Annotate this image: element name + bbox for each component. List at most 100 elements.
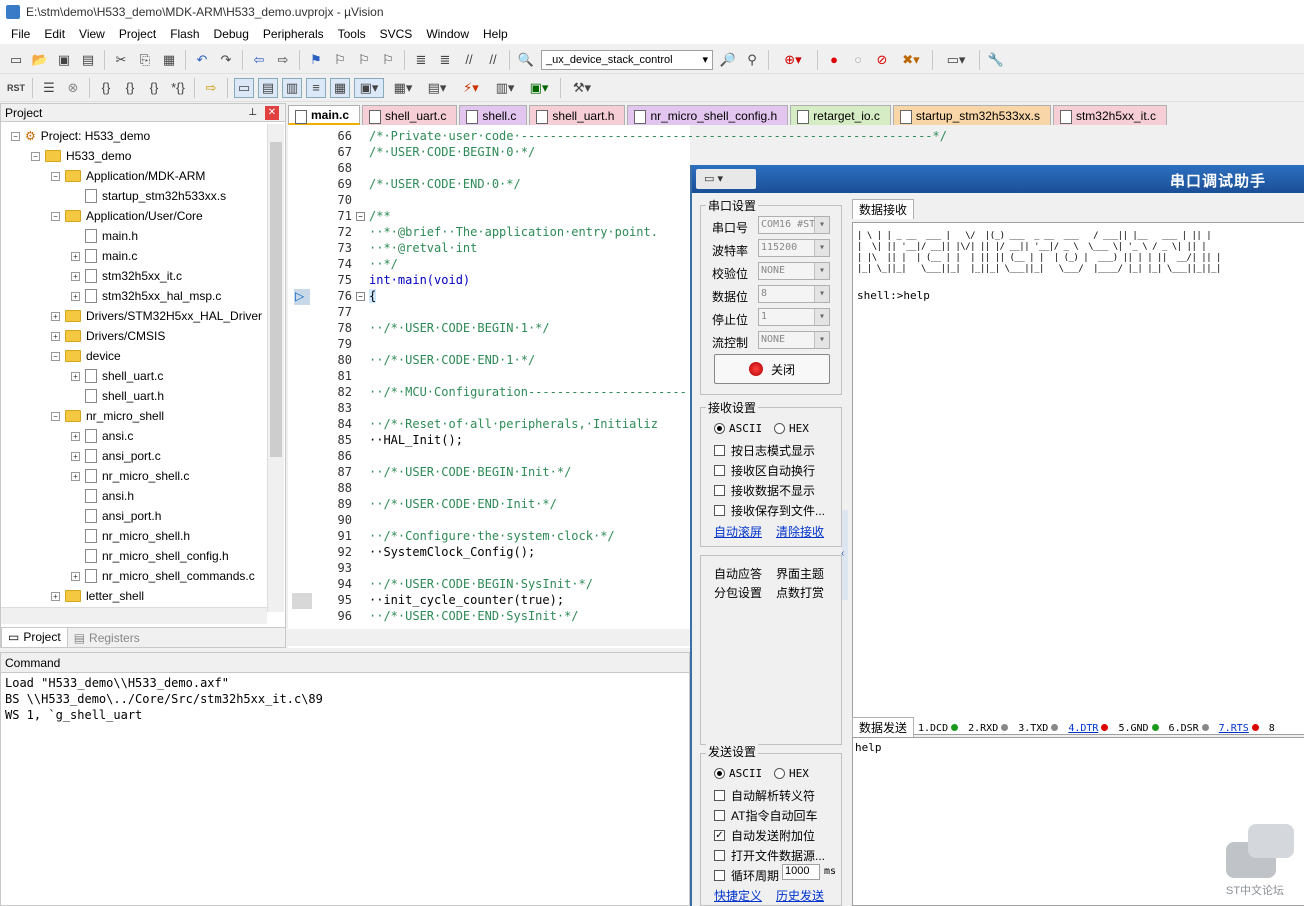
panel-splitter[interactable]: ‹: [841, 510, 848, 600]
tx-option-checkbox[interactable]: 打开文件数据源...: [714, 847, 825, 864]
code-line[interactable]: ··/*·USER·CODE·END·SysInit·*/: [369, 609, 579, 623]
find-icon[interactable]: 🔎: [718, 50, 738, 70]
copy-icon[interactable]: ⎘: [135, 50, 155, 70]
editor-hscroll[interactable]: [288, 629, 690, 646]
menu-item-help[interactable]: Help: [476, 27, 515, 41]
code-line[interactable]: /*·Private·user·code·-------------------…: [369, 129, 947, 143]
expand-toggle-icon[interactable]: +: [71, 571, 80, 581]
registers-window-icon[interactable]: ≡: [306, 77, 326, 98]
expand-toggle-icon[interactable]: +: [51, 311, 60, 321]
editor-tab[interactable]: stm32h5xx_it.c: [1052, 105, 1168, 125]
menu-item-svcs[interactable]: SVCS: [373, 27, 420, 41]
find-combo[interactable]: _ux_device_stack_control ▾: [541, 49, 713, 70]
fold-toggle-icon[interactable]: −: [356, 292, 365, 301]
menu-item-window[interactable]: Window: [419, 27, 476, 41]
tree-folder-item[interactable]: − nr_micro_shell: [51, 406, 164, 426]
toolbox-icon[interactable]: ⚒▾: [567, 78, 597, 98]
tx-option-checkbox[interactable]: ✓ 自动发送附加位: [714, 827, 815, 844]
editor-tab[interactable]: shell_uart.h: [529, 105, 626, 125]
tx-option-checkbox[interactable]: 循环周期: [714, 867, 779, 884]
rx-autowrap-checkbox[interactable]: 接收区自动换行: [714, 462, 815, 479]
step-out-icon[interactable]: {}: [144, 78, 164, 98]
reset-icon[interactable]: RST: [6, 78, 26, 98]
databits-select[interactable]: 8: [758, 285, 830, 303]
shortcut-link[interactable]: 快捷定义: [714, 887, 762, 904]
show-next-statement-icon[interactable]: ⇨: [201, 78, 221, 98]
menu-item-project[interactable]: Project: [112, 27, 163, 41]
expand-toggle-icon[interactable]: −: [31, 151, 40, 161]
tree-file-item[interactable]: nr_micro_shell_config.h: [71, 546, 229, 566]
code-line[interactable]: ··HAL_Init();: [369, 433, 463, 447]
flow-select[interactable]: NONE: [758, 331, 830, 349]
stop-icon[interactable]: ⊗: [63, 78, 83, 98]
editor-tab[interactable]: shell_uart.c: [362, 105, 458, 125]
find-in-files-icon[interactable]: 🔍: [516, 50, 536, 70]
tree-file-item[interactable]: + shell_uart.c: [71, 366, 163, 386]
expand-toggle-icon[interactable]: +: [71, 291, 80, 301]
breakpoint-insert-icon[interactable]: ●: [824, 50, 844, 70]
breakpoint-kill-all-icon[interactable]: ✖▾: [896, 50, 926, 70]
expand-toggle-icon[interactable]: +: [71, 431, 80, 441]
bookmark-prev-icon[interactable]: ⚐: [330, 50, 350, 70]
clear-rx-link[interactable]: 清除接收: [776, 523, 824, 540]
memory-window-icon[interactable]: ▦▾: [388, 78, 418, 98]
signal-indicator[interactable]: 4.DTR: [1068, 723, 1109, 734]
tree-file-item[interactable]: + stm32h5xx_hal_msp.c: [71, 286, 221, 306]
expand-toggle-icon[interactable]: +: [71, 271, 80, 281]
code-line[interactable]: ··/*·USER·CODE·BEGIN·SysInit·*/: [369, 577, 593, 591]
baud-select[interactable]: 115200: [758, 239, 830, 257]
history-link[interactable]: 历史发送: [776, 887, 824, 904]
tx-hex-radio[interactable]: HEX: [774, 767, 809, 780]
tree-folder-item[interactable]: + letter_shell: [51, 586, 144, 606]
dot-print-link[interactable]: 点数打赏: [776, 584, 824, 601]
rx-ascii-radio[interactable]: ASCII: [714, 422, 762, 435]
step-into-icon[interactable]: {}: [96, 78, 116, 98]
bookmark-next-icon[interactable]: ⚐: [354, 50, 374, 70]
comment-icon[interactable]: //: [459, 50, 479, 70]
tree-folder-item[interactable]: − Application/User/Core: [51, 206, 203, 226]
watch-window-icon[interactable]: ▣▾: [354, 77, 384, 98]
expand-toggle-icon[interactable]: +: [51, 331, 60, 341]
expand-toggle-icon[interactable]: −: [51, 411, 60, 421]
rx-log-mode-checkbox[interactable]: 按日志模式显示: [714, 442, 815, 459]
period-input[interactable]: 1000: [782, 864, 820, 880]
nav-forward-icon[interactable]: ⇨: [273, 50, 293, 70]
code-line[interactable]: /*·USER·CODE·BEGIN·0·*/: [369, 145, 535, 159]
editor-tab[interactable]: main.c: [288, 105, 361, 125]
parity-select[interactable]: NONE: [758, 262, 830, 280]
menu-item-edit[interactable]: Edit: [37, 27, 72, 41]
tree-folder-item[interactable]: + Drivers/STM32H5xx_HAL_Driver: [51, 306, 262, 326]
breakpoint-disable-icon[interactable]: ○: [848, 50, 868, 70]
code-line[interactable]: ··/*·MCU·Configuration------------------…: [369, 385, 687, 399]
tree-folder-item[interactable]: + Drivers/CMSIS: [51, 326, 165, 346]
trace-window-icon[interactable]: ▥▾: [490, 78, 520, 98]
code-line[interactable]: ··/*·Reset·of·all·peripherals,·Initializ: [369, 417, 658, 431]
code-line[interactable]: ··/*·USER·CODE·BEGIN·1·*/: [369, 321, 550, 335]
call-stack-window-icon[interactable]: ▦: [330, 77, 350, 98]
menu-item-file[interactable]: File: [4, 27, 37, 41]
pin-icon[interactable]: ⊥: [248, 107, 257, 118]
tree-file-item[interactable]: ansi_port.h: [71, 506, 161, 526]
editor-tab[interactable]: startup_stm32h533xx.s: [892, 105, 1051, 125]
cut-icon[interactable]: ✂: [111, 50, 131, 70]
tab-registers[interactable]: ▤ Registers: [68, 628, 146, 648]
expand-toggle-icon[interactable]: −: [51, 351, 60, 361]
expand-toggle-icon[interactable]: −: [11, 131, 20, 141]
tab-rx-data[interactable]: 数据接收: [852, 199, 914, 219]
editor-tab[interactable]: nr_micro_shell_config.h: [627, 105, 789, 125]
tree-file-item[interactable]: + nr_micro_shell.c: [71, 466, 189, 486]
code-line[interactable]: /*·USER·CODE·END·0·*/: [369, 177, 521, 191]
unindent-icon[interactable]: ≣: [435, 50, 455, 70]
port-select[interactable]: COM16 #ST: [758, 216, 830, 234]
window-layout-icon[interactable]: ▭▾: [939, 50, 973, 70]
tx-option-checkbox[interactable]: AT指令自动回车: [714, 807, 817, 824]
tree-file-item[interactable]: + nr_micro_shell_commands.c: [71, 566, 255, 586]
tab-tx-data[interactable]: 数据发送: [852, 717, 914, 737]
tree-project-root[interactable]: − ⚙ Project: H533_demo: [11, 126, 150, 146]
save-icon[interactable]: ▣: [54, 50, 74, 70]
paste-icon[interactable]: ▦: [159, 50, 179, 70]
tree-folder-item[interactable]: − H533_demo: [31, 146, 131, 166]
theme-link[interactable]: 界面主题: [776, 565, 824, 582]
disassembly-window-icon[interactable]: ▤: [258, 77, 278, 98]
project-tree-hscroll[interactable]: [1, 607, 267, 624]
